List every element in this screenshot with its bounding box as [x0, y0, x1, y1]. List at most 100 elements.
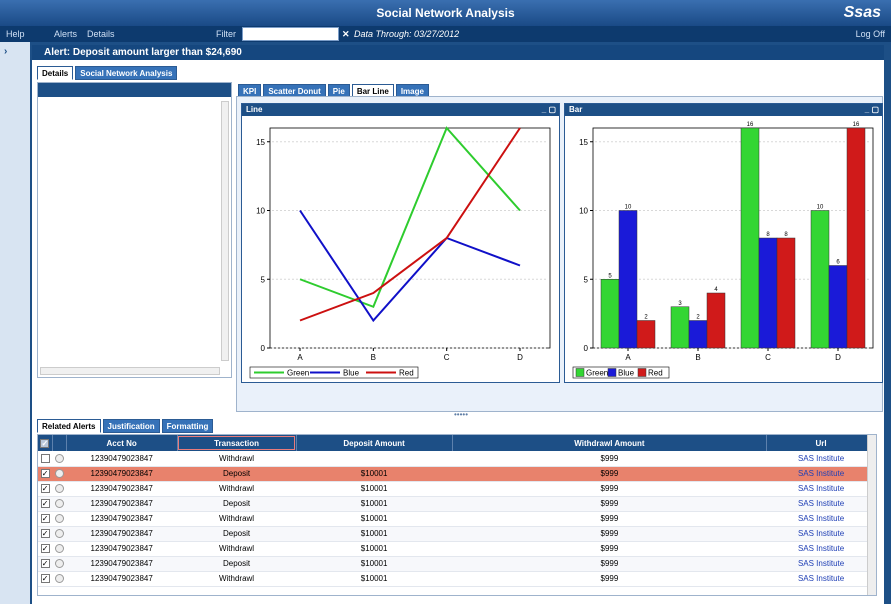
- col-withdrawl-amount[interactable]: Withdrawl Amount: [452, 435, 768, 451]
- row-checkbox[interactable]: ✓: [38, 511, 53, 527]
- row-radio[interactable]: [52, 496, 67, 512]
- row-checkbox[interactable]: ✓: [38, 466, 53, 482]
- tab-related-alerts[interactable]: Related Alerts: [37, 419, 101, 433]
- cell-withdrawl: $999: [452, 556, 767, 572]
- horizontal-scrollbar[interactable]: [40, 367, 220, 375]
- cell-deposit: $10001: [296, 556, 453, 572]
- cell-withdrawl: $999: [452, 526, 767, 542]
- cell-transaction: Deposit: [177, 526, 296, 542]
- bar-value-label: 16: [747, 122, 754, 128]
- col-url[interactable]: Url: [766, 435, 876, 451]
- vertical-scrollbar[interactable]: [221, 101, 229, 361]
- cell-acct: 12390479023847: [66, 496, 178, 512]
- row-radio[interactable]: [52, 481, 67, 497]
- cell-acct: 12390479023847: [66, 556, 178, 572]
- data-through-label: Data Through: 03/27/2012: [354, 29, 460, 39]
- clear-filter-icon[interactable]: ✕: [342, 26, 350, 42]
- cell-url[interactable]: SAS Institute: [766, 511, 876, 527]
- table-row[interactable]: ✓ 12390479023847 Deposit $10001 $999 SAS Inst…: [38, 556, 876, 572]
- tab-justification[interactable]: Justification: [102, 419, 160, 433]
- cell-withdrawl: $999: [452, 481, 767, 497]
- y-tick-label: 0: [261, 344, 266, 353]
- y-tick-label: 15: [579, 138, 588, 147]
- col-transaction[interactable]: Transaction: [177, 435, 297, 451]
- cell-deposit: $10001: [296, 511, 453, 527]
- row-checkbox[interactable]: ✓: [38, 571, 53, 587]
- x-tick-label: B: [695, 353, 700, 362]
- bar-blue-b: [688, 320, 708, 349]
- menu-alerts[interactable]: Alerts: [54, 26, 77, 42]
- cell-url[interactable]: SAS Institute: [766, 571, 876, 587]
- tab-social-network-analysis[interactable]: Social Network Analysis: [75, 66, 178, 80]
- cell-acct: 12390479023847: [66, 466, 178, 482]
- table-row[interactable]: ✓ 12390479023847 Withdrawl $10001 $999 SAS In…: [38, 481, 876, 497]
- legend-swatch-green: [575, 368, 585, 377]
- menu-bar: Help Alerts Details Filter ✕ Data Throug…: [0, 26, 891, 42]
- menu-help[interactable]: Help: [6, 26, 25, 42]
- cell-withdrawl: $999: [452, 511, 767, 527]
- col-deposit-amount[interactable]: Deposit Amount: [296, 435, 453, 451]
- row-checkbox[interactable]: ✓: [38, 556, 53, 572]
- table-row[interactable]: ✓ 12390479023847 Withdrawl $10001 $999 SAS In…: [38, 571, 876, 587]
- cell-url[interactable]: SAS Institute: [766, 451, 876, 467]
- x-tick-label: D: [517, 353, 523, 362]
- table-row[interactable]: ✓ 12390479023847 Deposit $10001 $999 SAS Inst…: [38, 466, 876, 482]
- cell-deposit: [296, 451, 453, 467]
- cell-url[interactable]: SAS Institute: [766, 541, 876, 557]
- cell-transaction: Deposit: [177, 466, 296, 482]
- cell-url[interactable]: SAS Institute: [766, 496, 876, 512]
- window-controls-icon[interactable]: _ ▢: [865, 104, 879, 116]
- row-radio[interactable]: [52, 451, 67, 467]
- cell-url[interactable]: SAS Institute: [766, 556, 876, 572]
- row-checkbox[interactable]: ✓: [38, 481, 53, 497]
- y-tick-label: 10: [579, 207, 588, 216]
- select-all-checkbox[interactable]: ✓: [38, 435, 53, 451]
- table-row[interactable]: ✓ 12390479023847 Withdrawl $10001 $999 SAS In…: [38, 511, 876, 527]
- cell-url[interactable]: SAS Institute: [766, 526, 876, 542]
- row-radio[interactable]: [52, 511, 67, 527]
- cell-deposit: $10001: [296, 541, 453, 557]
- expand-nav-icon[interactable]: ›: [4, 46, 7, 57]
- bar-value-label: 10: [817, 205, 824, 211]
- row-radio[interactable]: [52, 541, 67, 557]
- row-radio[interactable]: [52, 571, 67, 587]
- cell-url[interactable]: SAS Institute: [766, 481, 876, 497]
- tab-details[interactable]: Details: [37, 66, 74, 80]
- top-tabs: Details Social Network Analysis: [37, 66, 178, 80]
- row-radio[interactable]: [52, 466, 67, 482]
- window-title: Social Network Analysis Ssas: [0, 0, 891, 26]
- row-radio[interactable]: [52, 526, 67, 542]
- table-row[interactable]: ✓ 12390479023847 Deposit $10001 $999 SAS Inst…: [38, 496, 876, 512]
- bar-red-d: [846, 127, 866, 349]
- row-radio[interactable]: [52, 556, 67, 572]
- table-row[interactable]: ✓ 12390479023847 Withdrawl $10001 $999 SAS In…: [38, 541, 876, 557]
- row-checkbox[interactable]: ✓: [38, 541, 53, 557]
- y-tick-label: 15: [256, 138, 265, 147]
- row-checkbox[interactable]: [38, 451, 53, 467]
- cell-transaction: Deposit: [177, 496, 296, 512]
- legend-label: Green: [287, 369, 309, 378]
- logoff-link[interactable]: Log Off: [856, 26, 885, 42]
- col-acct-no[interactable]: Acct No: [66, 435, 178, 451]
- x-tick-label: D: [835, 353, 841, 362]
- cell-deposit: $10001: [296, 496, 453, 512]
- bar-value-label: 10: [625, 205, 632, 211]
- bar-value-label: 16: [853, 122, 860, 128]
- cell-deposit: $10001: [296, 526, 453, 542]
- window-controls-icon[interactable]: _ ▢: [542, 104, 556, 116]
- cell-acct: 12390479023847: [66, 511, 178, 527]
- row-checkbox[interactable]: ✓: [38, 526, 53, 542]
- row-checkbox[interactable]: ✓: [38, 496, 53, 512]
- bar-chart: 0510155102A324B168 8C10616DGreen Blue Red: [572, 122, 874, 379]
- menu-details[interactable]: Details: [87, 26, 115, 42]
- tab-formatting[interactable]: Formatting: [161, 419, 214, 433]
- table-row[interactable]: 12390479023847 Withdrawl $999 SAS Institute: [38, 451, 876, 467]
- table-row[interactable]: ✓ 12390479023847 Deposit $10001 $999 SAS Inst…: [38, 526, 876, 542]
- filter-input[interactable]: [242, 27, 339, 41]
- y-tick-label: 10: [256, 207, 265, 216]
- table-scrollbar[interactable]: [867, 435, 876, 595]
- splitter-handle[interactable]: •••••: [454, 410, 468, 419]
- cell-acct: 12390479023847: [66, 526, 178, 542]
- cell-url[interactable]: SAS Institute: [766, 466, 876, 482]
- cell-transaction: Withdrawl: [177, 541, 296, 557]
